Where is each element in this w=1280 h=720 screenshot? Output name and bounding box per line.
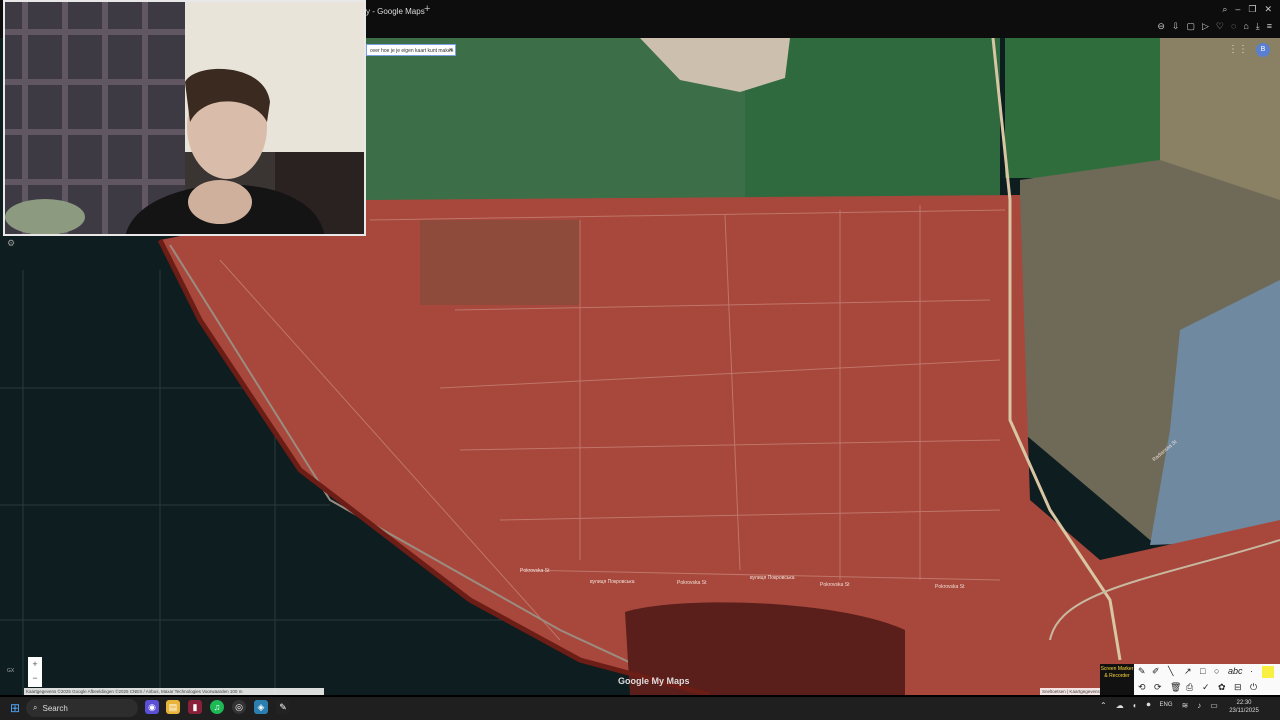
plot-field	[420, 220, 580, 305]
window-icon[interactable]: ⊟	[1234, 682, 1242, 693]
apps-grid-icon[interactable]: ⋮⋮	[1228, 44, 1248, 55]
dot-tool-icon[interactable]: ·	[1250, 666, 1253, 676]
map-attribution: Kaartgegevens ©2025 Google Afbeeldingen …	[24, 688, 324, 695]
map-attribution-right: Sneltoetsen | Kaartgegevens	[1040, 688, 1102, 695]
webcam-feed	[5, 2, 364, 234]
screen-marker-app-icon[interactable]: ✎	[276, 700, 290, 714]
microphone-icon[interactable]: ⏺	[1147, 700, 1151, 710]
cloud-icon[interactable]: ☁	[1116, 701, 1124, 710]
highlighter-tool-icon[interactable]: ✐	[1152, 666, 1160, 677]
custom-map-notice[interactable]: over hoe je je eigen kaart kunt maken ×	[366, 44, 456, 56]
undo-icon[interactable]: ⟲	[1138, 682, 1146, 693]
clock-date: 23/11/2025	[1229, 708, 1259, 714]
field-right	[1005, 38, 1185, 178]
copilot-icon[interactable]: ◉	[145, 700, 159, 714]
minimize-icon[interactable]: –	[1235, 4, 1240, 15]
google-mymaps-logo: Google My Maps	[618, 676, 690, 686]
windows-start-icon[interactable]: ⊞	[10, 701, 20, 715]
new-tab-plus-icon[interactable]: +	[424, 3, 430, 15]
app-icon[interactable]: ◈	[254, 700, 268, 714]
redo-icon[interactable]: ⟳	[1154, 682, 1162, 693]
volume-icon[interactable]: ♪	[1197, 701, 1201, 710]
network-icon[interactable]: ◐	[1133, 701, 1138, 710]
street-label: вулиця Покровська	[750, 575, 795, 581]
file-explorer-icon[interactable]: ▤	[166, 700, 180, 714]
taskbar-clock[interactable]: 22:30 23/11/2025	[1225, 699, 1263, 715]
chat-icon[interactable]: ◌	[1231, 21, 1236, 32]
wifi-icon[interactable]: ≋	[1182, 701, 1189, 710]
download-icon[interactable]: ⤓	[1256, 21, 1260, 32]
search-placeholder: Search	[42, 703, 68, 713]
street-label: Pokrovska St	[520, 568, 550, 574]
restore-icon[interactable]: ❐	[1248, 4, 1256, 15]
zoom-control: + −	[28, 657, 42, 687]
text-tool-icon[interactable]: abc	[1228, 666, 1243, 676]
settings-icon[interactable]: ✿	[1218, 682, 1226, 693]
close-icon[interactable]: ✕	[1264, 4, 1272, 15]
screen-marker-logo: Screen Marker & Recorder	[1100, 664, 1134, 695]
menu-icon[interactable]: ≡	[1267, 21, 1272, 32]
webcam-overlay	[3, 0, 366, 236]
screenshot-icon[interactable]: ⎙	[1186, 682, 1193, 693]
play-icon[interactable]: ▷	[1202, 21, 1209, 32]
window-icon[interactable]: ▢	[1186, 21, 1195, 32]
language-indicator[interactable]: ENG	[1160, 702, 1173, 708]
search-icon[interactable]: ⌕	[1222, 4, 1227, 15]
camera-icon[interactable]: ⌂	[1243, 21, 1248, 32]
gear-icon[interactable]: ⚙	[7, 238, 15, 249]
browser-tab[interactable]: y - Google Maps	[366, 4, 425, 20]
clock-time: 22:30	[1236, 700, 1252, 706]
notice-close-icon[interactable]: ×	[449, 45, 453, 57]
avatar[interactable]: B	[1256, 43, 1270, 57]
app-icon[interactable]: ▮	[188, 700, 202, 714]
rectangle-tool-icon[interactable]: □	[1200, 666, 1205, 676]
browser-icon[interactable]: ◎	[232, 700, 246, 714]
zoom-out-button[interactable]: −	[28, 671, 42, 685]
check-icon[interactable]: ✓	[1202, 682, 1210, 693]
spotify-icon[interactable]: ♫	[210, 700, 224, 714]
battery-icon[interactable]: ▭	[1210, 701, 1218, 710]
pin-icon[interactable]: ⇩	[1172, 21, 1180, 32]
circle-tool-icon[interactable]: ○	[1214, 666, 1219, 676]
taskbar-search-box[interactable]: ⌕ Search	[26, 699, 138, 717]
browser-toolbar: ⊖ ⇩ ▢ ▷ ♡ ◌ ⌂ ⤓ ≡	[1157, 21, 1272, 32]
zoom-out-icon[interactable]: ⊖	[1157, 21, 1165, 32]
zoom-in-button[interactable]: +	[28, 657, 42, 671]
screen-marker-toolbar: Screen Marker & Recorder ✎ ✐ ╲ ↗ □ ○ abc…	[1100, 664, 1280, 695]
pen-tool-icon[interactable]: ✎	[1138, 666, 1146, 677]
street-label: Pokrovska St	[820, 582, 850, 588]
search-icon: ⌕	[33, 703, 38, 712]
street-label: Pokrovska St	[935, 584, 965, 590]
sidebar-tag: GX	[7, 668, 15, 674]
trash-icon[interactable]: 🗑	[1170, 682, 1181, 693]
heart-icon[interactable]: ♡	[1216, 21, 1224, 32]
power-icon[interactable]: ⏻	[1250, 682, 1257, 693]
street-label: Pokrovska St	[677, 580, 707, 586]
chevron-up-icon[interactable]: ⌃	[1100, 701, 1107, 710]
window-controls: ⌕ – ❐ ✕	[1222, 4, 1272, 15]
arrow-tool-icon[interactable]: ↗	[1184, 666, 1192, 677]
notice-text: over hoe je je eigen kaart kunt maken	[370, 48, 454, 54]
system-tray: ⌃ ☁ ◐ ⏺ ENG ≋ ♪ ▭	[1100, 700, 1218, 710]
street-label: вулиця Покровська	[590, 579, 635, 585]
line-tool-icon[interactable]: ╲	[1168, 666, 1173, 677]
color-swatch-yellow[interactable]	[1262, 666, 1274, 678]
